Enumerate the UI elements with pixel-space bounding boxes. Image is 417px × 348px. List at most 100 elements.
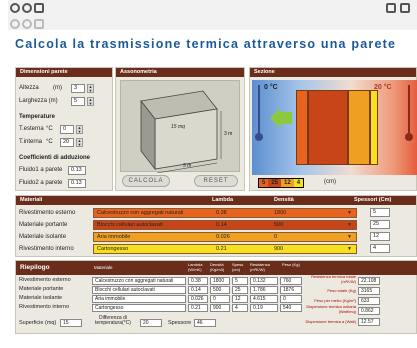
- fluido1-label: Fluido1 a parete: [19, 167, 63, 173]
- t-interna-stepper[interactable]: ▲ ▼: [76, 138, 83, 147]
- thickness-portante: 25: [268, 179, 282, 187]
- heat-flow-arrow-head-icon: [270, 108, 280, 128]
- superficie-label: Superficie (mq): [19, 320, 57, 326]
- materiali-row-isolante: Materiale isolante Aria immobile 0.026 0…: [16, 231, 414, 243]
- t-interna-unit: °C: [46, 139, 53, 145]
- t-interna-input[interactable]: 20: [60, 138, 74, 147]
- col-lambda: Lambda (W/mK): [188, 262, 203, 272]
- densita-value: 0: [274, 234, 278, 240]
- page-title: Calcola la trasmissione termica attraver…: [15, 37, 397, 51]
- riepilogo-header-bar: Riepilogo Materiale Lambda (W/mK) Densit…: [16, 261, 417, 275]
- diff-temp-label: Differenza di temperatura(°C): [95, 315, 131, 326]
- thermometer-bulb-right-icon: [405, 133, 413, 141]
- riepilogo-materiale: Aria immobile: [92, 295, 186, 303]
- riepilogo-row-label: Materiale isolante: [19, 295, 63, 301]
- fluido1-input[interactable]: 0.13: [68, 166, 86, 175]
- thermometer-left-icon: [258, 85, 260, 135]
- col-spessore: Spess. (cm): [232, 262, 245, 272]
- reset-button[interactable]: RESET: [194, 175, 238, 187]
- square-icon[interactable]: [34, 3, 44, 13]
- riepilogo-densita: 0: [210, 295, 230, 303]
- spessore-input-isolante[interactable]: 12: [370, 232, 390, 241]
- riepilogo-lambda: 0.026: [188, 295, 208, 303]
- layer-esterno: [296, 90, 308, 165]
- peso-tot-label: Peso totale (Kg): [327, 288, 356, 293]
- riepilogo-spessore: 4: [232, 304, 248, 312]
- dropdown-arrow-icon: ▼: [347, 246, 352, 252]
- material-select-isolante[interactable]: Aria immobile 0.026 0 ▼: [93, 232, 357, 242]
- heat-flow-arrow-icon: [280, 112, 292, 124]
- riepilogo-peso: 0: [280, 295, 302, 303]
- area-label: 15 mq: [171, 124, 185, 130]
- col-spessori: Spessori (Cm): [354, 197, 392, 203]
- assonometria-panel: Assonometria 15 mq 3 m 5 m CALCOLA RESET: [115, 67, 245, 191]
- dimensioni-panel: Dimensioni parete Altezza (m) 3 ▲ ▼ Largh…: [15, 67, 113, 191]
- peso-mq-label: Peso per metro (Kg/m²): [314, 298, 356, 303]
- disp-tot-label: Dispersione termica a (Watt): [305, 319, 356, 324]
- circle-icon[interactable]: [10, 3, 20, 13]
- t-esterna-label: T.esterna: [19, 126, 44, 132]
- larghezza-stepper[interactable]: ▲ ▼: [87, 97, 94, 106]
- materiali-row-portante: Materiale portante Blocchi cellulari aut…: [16, 219, 414, 231]
- material-select-esterno[interactable]: Calcestruzzo con aggregati naturali 0.38…: [93, 208, 357, 218]
- riepilogo-header: Riepilogo: [20, 264, 50, 271]
- fluido2-label: Fluido2 a parete: [19, 180, 63, 186]
- lambda-value: 0.026: [216, 234, 230, 240]
- thickness-esterno: 5: [259, 179, 269, 187]
- dropdown-arrow-icon: ▼: [347, 222, 352, 228]
- riepilogo-materiale: Cartongesso: [92, 304, 186, 312]
- riepilogo-peso: 540: [280, 304, 302, 312]
- riepilogo-row-label: Materiale portante: [19, 286, 64, 292]
- height-label: 3 m: [224, 131, 233, 137]
- larghezza-input[interactable]: 5: [71, 97, 85, 106]
- fluido2-input[interactable]: 0.13: [68, 179, 86, 188]
- materiali-row-interno: Rivestimento interno Cartongesso 0.21 90…: [16, 243, 414, 255]
- wall-3d-view: 15 mq 3 m 5 m: [120, 80, 240, 174]
- res-tot-value: 22.108: [358, 277, 380, 285]
- col-peso: Peso (Kg): [282, 262, 300, 267]
- spessore-input-esterno[interactable]: 5: [370, 208, 390, 217]
- t-esterna-stepper[interactable]: ▲ ▼: [76, 125, 83, 134]
- riepilogo-resistenza: 4.615: [250, 295, 278, 303]
- altezza-input[interactable]: 3: [71, 84, 85, 93]
- layer-isolante: [348, 90, 370, 165]
- materiali-row-esterno: Rivestimento esterno Calcestruzzo con ag…: [16, 207, 414, 219]
- dropdown-arrow-icon: ▼: [347, 234, 352, 240]
- riepilogo-panel: Riepilogo Materiale Lambda (W/mK) Densit…: [15, 260, 417, 334]
- material-select-interno[interactable]: Cartongesso 0.21 900 ▼: [93, 244, 357, 254]
- spessore-label: Spessore: [168, 320, 192, 326]
- circle-icon[interactable]: [22, 3, 32, 13]
- window-toolbar: [8, 0, 417, 30]
- disp-tot-value: 12.57: [358, 318, 380, 326]
- peso-mq-value: 633: [358, 297, 380, 305]
- densita-value: 900: [274, 246, 284, 252]
- circle-icon: [10, 19, 20, 29]
- calcola-button[interactable]: CALCOLA: [122, 175, 170, 187]
- res-tot-label: Resistenza termica totale (m²K/W): [311, 274, 356, 284]
- spessore-input-portante[interactable]: 25: [370, 220, 390, 229]
- riepilogo-lambda: 0.21: [188, 304, 208, 312]
- circle-icon: [22, 19, 32, 29]
- diff-temp-value: 20: [140, 319, 162, 327]
- t-esterna-unit: °C: [46, 126, 53, 132]
- window-restore-icon[interactable]: [386, 3, 396, 13]
- spessore-input-interno[interactable]: 4: [370, 244, 390, 253]
- row-label: Rivestimento interno: [19, 246, 74, 252]
- riepilogo-peso: 760: [280, 277, 302, 285]
- altezza-stepper[interactable]: ▲ ▼: [87, 84, 94, 93]
- square-icon: [34, 19, 44, 29]
- t-esterna-input[interactable]: 0: [60, 125, 74, 134]
- row-label: Materiale isolante: [19, 234, 67, 240]
- temp-left-label: 0 °C: [264, 84, 278, 91]
- lambda-value: 0.14: [216, 222, 227, 228]
- materiali-panel: Materiali Lambda Densità Spessori (Cm) R…: [15, 195, 417, 257]
- material-select-portante[interactable]: Blocchi cellulari autoclavati 0.14 500 ▼: [93, 220, 357, 230]
- riepilogo-densita: 900: [210, 304, 230, 312]
- spessore-value: 46: [194, 319, 216, 327]
- disp-unit-value: 0.862: [358, 307, 380, 315]
- window-close-icon[interactable]: [400, 3, 410, 13]
- riepilogo-row-label: Rivestimento esterno: [19, 277, 71, 283]
- layer-portante: [308, 90, 348, 165]
- riepilogo-materiale: Calcestruzzo con aggregati naturali: [92, 277, 186, 285]
- riepilogo-densita: 500: [210, 286, 230, 294]
